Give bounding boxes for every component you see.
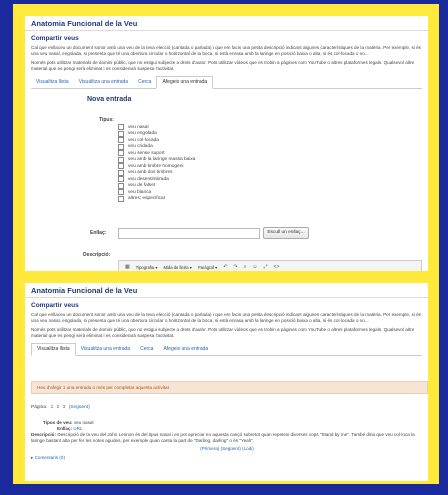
checkbox[interactable] xyxy=(118,163,124,170)
checkbox[interactable] xyxy=(118,130,124,137)
html-icon[interactable]: <> xyxy=(274,264,280,270)
checkbox[interactable] xyxy=(118,169,124,176)
checkbox[interactable] xyxy=(118,143,124,150)
form-title: Nova entrada xyxy=(87,96,132,103)
undo-icon[interactable]: ↶ xyxy=(223,264,227,270)
tab-add-entry[interactable]: Afegeix una entrada xyxy=(156,76,214,89)
section-title: Compartir veus xyxy=(31,302,79,309)
checkbox[interactable] xyxy=(118,156,124,163)
fullscreen-icon[interactable]: ⤢ xyxy=(264,264,268,270)
redo-icon[interactable]: ↷ xyxy=(233,264,237,270)
entry-link-value[interactable]: URL xyxy=(73,426,82,431)
entry-link-label: Enllaç: xyxy=(57,426,73,431)
tab-bar: Visualitza llista Visualitza una entrada… xyxy=(31,343,422,356)
entry-item: Tipus de veu: veu nasal Enllaç: URL Desc… xyxy=(31,420,423,461)
option-veu-laringe-baixa[interactable]: veu amb la laringe massa baixa xyxy=(118,156,195,164)
entry-description-row: Descripció: Descripció de la veu del Joh… xyxy=(31,432,423,444)
tipus-label: Tipus: xyxy=(99,117,114,123)
comments-label[interactable]: Comentaris (0) xyxy=(35,455,65,460)
editor-toolbar: ▦ Tipografia ▾ Mida de lletra ▾ Paràgraf… xyxy=(118,260,422,271)
entry-description-value: Descripció de la veu del John Lennon és … xyxy=(31,432,415,443)
entry-footer-link[interactable]: (Primera) (Següent) (Lodi) xyxy=(31,446,423,452)
app-title: Anatomia Funcional de la Veu xyxy=(25,16,428,31)
app-title: Anatomia Funcional de la Veu xyxy=(25,283,428,298)
checkbox[interactable] xyxy=(118,195,124,202)
page-1-link[interactable]: 1 xyxy=(51,405,54,410)
entry-type-label: Tipus de veu: xyxy=(43,420,73,425)
page-2-link[interactable]: 2 xyxy=(57,405,60,410)
font-select[interactable]: Tipografia ▾ xyxy=(136,265,158,270)
checkbox[interactable] xyxy=(118,150,124,157)
tab-search[interactable]: Cerca xyxy=(135,344,158,355)
tab-search[interactable]: Cerca xyxy=(133,77,156,88)
find-replace-icon[interactable]: ⌕ xyxy=(244,264,247,270)
descripcio-label: Descripció: xyxy=(83,252,111,258)
entry-description-label: Descripció: xyxy=(31,432,57,437)
section-title: Compartir veus xyxy=(31,35,79,42)
checkbox[interactable] xyxy=(118,182,124,189)
option-altres[interactable]: altres; especificar xyxy=(118,195,195,203)
page-3-link[interactable]: 3 xyxy=(63,405,66,410)
type-checkbox-list: veu nasal veu engolada veu col·locada ve… xyxy=(118,124,195,202)
tab-view-list[interactable]: Visualitza llista xyxy=(31,343,76,356)
entry-type-value: veu nasal xyxy=(73,420,94,425)
expand-icon: ▸ xyxy=(31,455,34,460)
size-select[interactable]: Mida de lletra ▾ xyxy=(163,265,191,270)
intro-paragraph-2: Només pots utilitzar materials de domini… xyxy=(31,60,415,71)
pager-label: Pàgina: xyxy=(31,405,48,410)
intro-paragraph-1: Cal que enllaceu un document sonor amb u… xyxy=(31,45,421,56)
checkbox[interactable] xyxy=(118,137,124,144)
view-list-panel: Anatomia Funcional de la Veu Compartir v… xyxy=(25,283,428,481)
checkbox[interactable] xyxy=(118,124,124,131)
intro-paragraph-1: Cal que enllaceu un document sonor amb u… xyxy=(31,312,421,323)
comments-link[interactable]: ▸ Comentaris (0) xyxy=(31,455,423,461)
add-entry-panel: Anatomia Funcional de la Veu Compartir v… xyxy=(25,16,428,271)
link-input[interactable] xyxy=(118,228,260,239)
completion-notice: Heu d'afegir 1 una entrada o més per com… xyxy=(31,381,428,394)
checkbox[interactable] xyxy=(118,189,124,196)
format-select[interactable]: Paràgraf ▾ xyxy=(198,265,217,270)
choose-link-button[interactable]: Escull un enllaç... xyxy=(263,227,309,239)
checkbox[interactable] xyxy=(118,176,124,183)
intro-paragraph-2: Només pots utilitzar materials de domini… xyxy=(31,327,415,338)
tab-view-list[interactable]: Visualitza llista xyxy=(31,77,74,88)
tab-view-entry[interactable]: Visualitza una entrada xyxy=(76,344,135,355)
enllac-label: Enllaç: xyxy=(90,230,107,236)
emoticon-icon[interactable]: ☺ xyxy=(252,264,257,270)
next-page-link[interactable]: (Següent) xyxy=(69,405,90,410)
tab-view-entry[interactable]: Visualitza una entrada xyxy=(74,77,133,88)
tab-add-entry[interactable]: Afegeix una entrada xyxy=(158,344,213,355)
tab-bar: Visualitza llista Visualitza una entrada… xyxy=(31,76,422,89)
pagination: Pàgina: 1 2 3 (Següent) xyxy=(31,405,90,410)
toggle-toolbar-icon[interactable]: ▦ xyxy=(125,264,130,270)
